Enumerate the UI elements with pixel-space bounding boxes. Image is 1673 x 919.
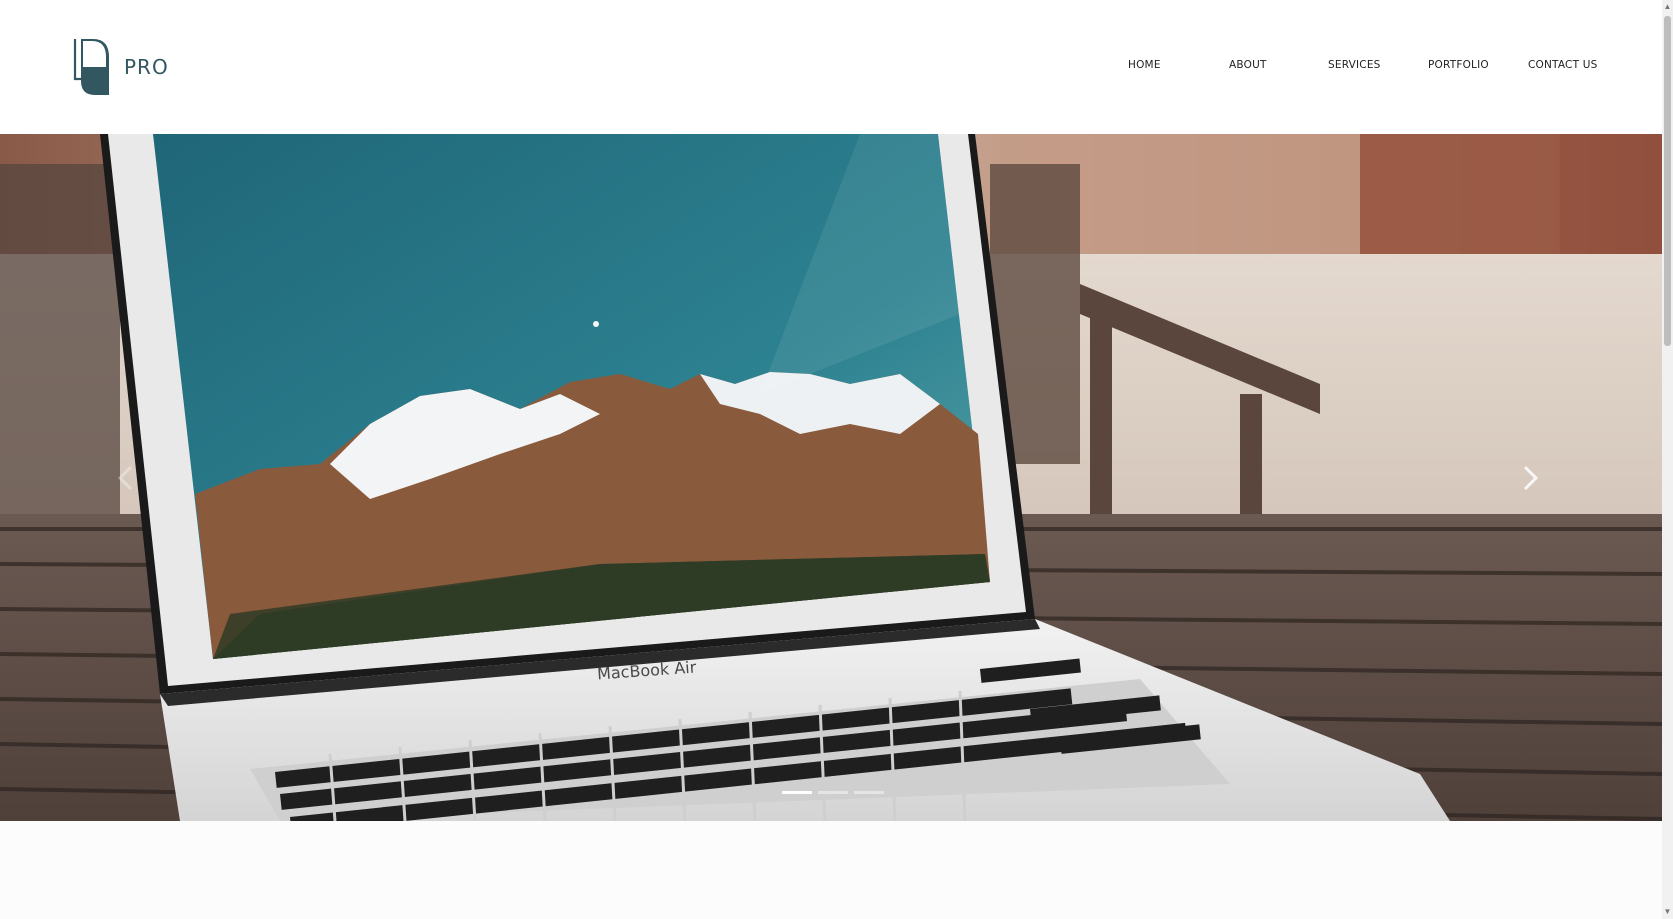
content-section bbox=[0, 821, 1662, 919]
carousel-indicators bbox=[782, 791, 884, 794]
site-header: PRO HOME ABOUT SERVICES PORTFOLIO CONTAC… bbox=[0, 0, 1662, 134]
scroll-down-icon[interactable]: ▼ bbox=[1662, 905, 1673, 919]
hero-carousel: MacBook Air bbox=[0, 134, 1662, 821]
scroll-up-icon[interactable]: ▲ bbox=[1662, 0, 1673, 14]
carousel-indicator-3[interactable] bbox=[854, 791, 884, 794]
page: PRO HOME ABOUT SERVICES PORTFOLIO CONTAC… bbox=[0, 0, 1673, 919]
carousel-indicator-2[interactable] bbox=[818, 791, 848, 794]
page-scrollbar[interactable]: ▲ ▼ bbox=[1662, 0, 1673, 919]
nav-item-home[interactable]: HOME bbox=[1128, 59, 1161, 71]
scroll-thumb[interactable] bbox=[1664, 16, 1671, 346]
chevron-right-icon bbox=[1523, 465, 1539, 491]
chevron-left-icon bbox=[117, 465, 133, 491]
nav-item-services[interactable]: SERVICES bbox=[1328, 59, 1381, 71]
nav-item-contact-us[interactable]: CONTACT US bbox=[1528, 59, 1597, 71]
nav-item-portfolio[interactable]: PORTFOLIO bbox=[1428, 59, 1489, 71]
carousel-prev-button[interactable] bbox=[113, 463, 139, 493]
carousel-next-button[interactable] bbox=[1517, 463, 1543, 493]
main-nav: HOME ABOUT SERVICES PORTFOLIO CONTACT US bbox=[0, 59, 1662, 75]
hero-image bbox=[0, 134, 1662, 821]
carousel-indicator-1[interactable] bbox=[782, 791, 812, 794]
nav-item-about[interactable]: ABOUT bbox=[1229, 59, 1267, 71]
